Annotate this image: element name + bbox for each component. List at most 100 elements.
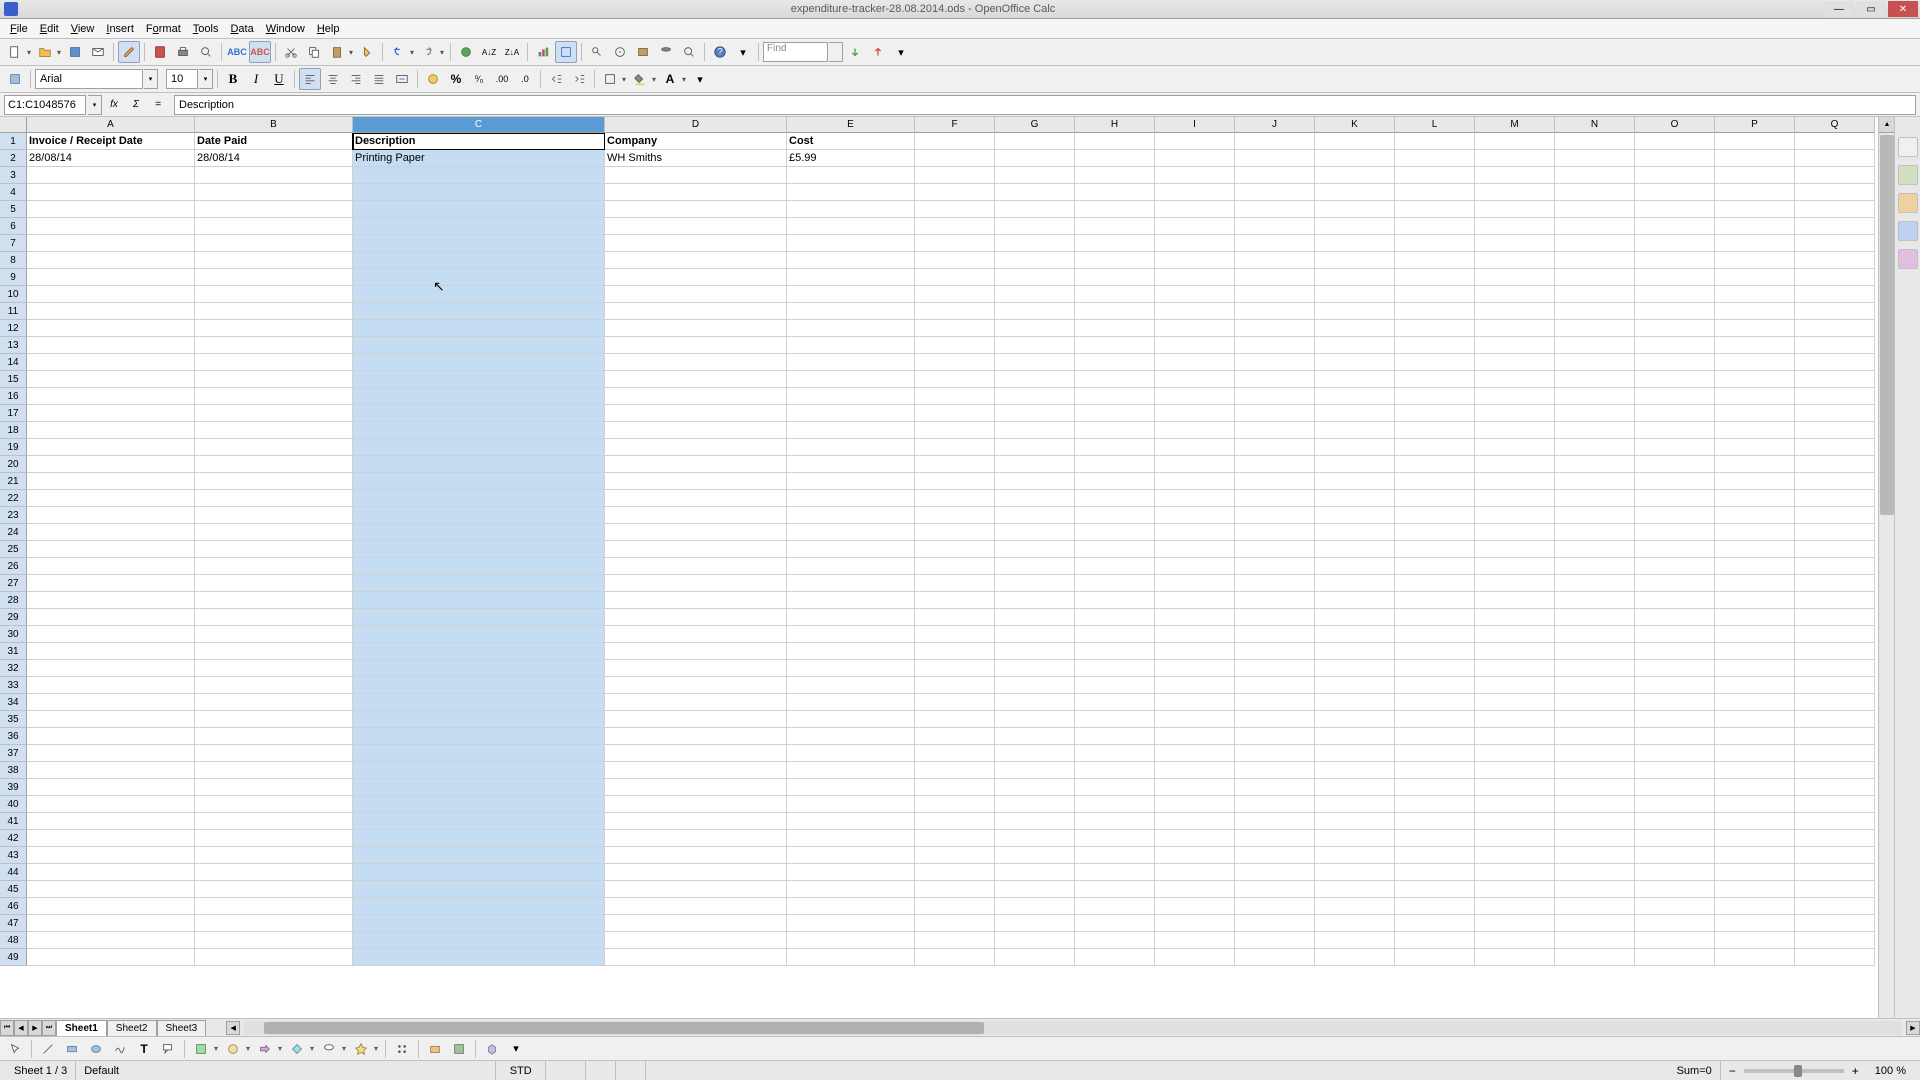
- cell[interactable]: [1475, 235, 1555, 252]
- cell[interactable]: [27, 473, 195, 490]
- column-header-I[interactable]: I: [1155, 117, 1235, 133]
- cell[interactable]: [605, 847, 787, 864]
- cell[interactable]: [1795, 762, 1875, 779]
- cell[interactable]: [995, 371, 1075, 388]
- cell[interactable]: [995, 235, 1075, 252]
- cell[interactable]: [195, 439, 353, 456]
- cell[interactable]: [1715, 490, 1795, 507]
- tab-first-icon[interactable]: ⏮: [0, 1020, 14, 1036]
- cell[interactable]: [915, 847, 995, 864]
- cell[interactable]: [1635, 524, 1715, 541]
- cell[interactable]: [353, 575, 605, 592]
- cell[interactable]: [1715, 507, 1795, 524]
- column-header-H[interactable]: H: [1075, 117, 1155, 133]
- cell[interactable]: [1635, 745, 1715, 762]
- cell[interactable]: [1075, 932, 1155, 949]
- cell[interactable]: [1075, 133, 1155, 150]
- cell[interactable]: [27, 762, 195, 779]
- cell[interactable]: [1475, 626, 1555, 643]
- cell[interactable]: [787, 915, 915, 932]
- cell[interactable]: [1315, 677, 1395, 694]
- sidebar-styles-icon[interactable]: [1898, 165, 1918, 185]
- cell[interactable]: [605, 167, 787, 184]
- cell[interactable]: [1635, 456, 1715, 473]
- cell[interactable]: [605, 541, 787, 558]
- cell[interactable]: [195, 456, 353, 473]
- cell[interactable]: [915, 694, 995, 711]
- cell[interactable]: [1075, 830, 1155, 847]
- cell[interactable]: [195, 371, 353, 388]
- cell[interactable]: [1395, 320, 1475, 337]
- cell[interactable]: [1075, 745, 1155, 762]
- cell[interactable]: [195, 847, 353, 864]
- cell[interactable]: [995, 677, 1075, 694]
- row-header[interactable]: 27: [0, 575, 27, 592]
- row-header[interactable]: 19: [0, 439, 27, 456]
- scroll-up-icon[interactable]: ▲: [1879, 117, 1894, 133]
- cell[interactable]: [915, 558, 995, 575]
- cell[interactable]: [1315, 745, 1395, 762]
- cell[interactable]: [605, 932, 787, 949]
- cell[interactable]: [1475, 915, 1555, 932]
- menu-file[interactable]: File: [4, 21, 34, 37]
- cell[interactable]: [995, 422, 1075, 439]
- cell[interactable]: [1315, 218, 1395, 235]
- cell[interactable]: [1075, 337, 1155, 354]
- cell[interactable]: [787, 541, 915, 558]
- cell[interactable]: [1475, 439, 1555, 456]
- cell[interactable]: [787, 354, 915, 371]
- cell[interactable]: [1075, 388, 1155, 405]
- cell[interactable]: [1395, 473, 1475, 490]
- cell[interactable]: [353, 881, 605, 898]
- cell[interactable]: [1635, 218, 1715, 235]
- cell[interactable]: [1715, 881, 1795, 898]
- menu-data[interactable]: Data: [224, 21, 259, 37]
- undo-dropdown-icon[interactable]: ▾: [410, 48, 416, 57]
- cell[interactable]: [787, 881, 915, 898]
- cell[interactable]: [995, 881, 1075, 898]
- row-header[interactable]: 20: [0, 456, 27, 473]
- cell[interactable]: [195, 643, 353, 660]
- cell[interactable]: [1715, 303, 1795, 320]
- callouts-dropdown-icon[interactable]: ▾: [342, 1044, 348, 1053]
- data-sources-icon[interactable]: [655, 41, 677, 63]
- cell[interactable]: [915, 864, 995, 881]
- cell[interactable]: [353, 728, 605, 745]
- row-header[interactable]: 2: [0, 150, 27, 167]
- cell[interactable]: [1075, 609, 1155, 626]
- cell[interactable]: [995, 320, 1075, 337]
- add-decimal-icon[interactable]: .00: [491, 68, 513, 90]
- cell[interactable]: [1715, 456, 1795, 473]
- cell[interactable]: [1395, 371, 1475, 388]
- cell[interactable]: [1155, 303, 1235, 320]
- cell[interactable]: [1315, 303, 1395, 320]
- cell[interactable]: [787, 711, 915, 728]
- cell[interactable]: [1395, 813, 1475, 830]
- cell[interactable]: [1795, 388, 1875, 405]
- delete-decimal-icon[interactable]: .0: [514, 68, 536, 90]
- row-header[interactable]: 6: [0, 218, 27, 235]
- cell[interactable]: [1795, 541, 1875, 558]
- cell[interactable]: [1475, 847, 1555, 864]
- cell[interactable]: Date Paid: [195, 133, 353, 150]
- cell[interactable]: [195, 915, 353, 932]
- cell[interactable]: [1555, 150, 1635, 167]
- format-paintbrush-icon[interactable]: [356, 41, 378, 63]
- cell[interactable]: [787, 371, 915, 388]
- cell[interactable]: [915, 643, 995, 660]
- cell[interactable]: [1715, 286, 1795, 303]
- cell[interactable]: [1795, 201, 1875, 218]
- tab-next-icon[interactable]: ▶: [28, 1020, 42, 1036]
- cell[interactable]: [195, 949, 353, 966]
- cell[interactable]: [1155, 575, 1235, 592]
- cell[interactable]: [787, 779, 915, 796]
- callouts-shapes-icon[interactable]: [318, 1038, 340, 1060]
- tab-prev-icon[interactable]: ◀: [14, 1020, 28, 1036]
- cell[interactable]: [1235, 677, 1315, 694]
- cell[interactable]: [1795, 320, 1875, 337]
- cell[interactable]: Printing Paper: [353, 150, 605, 167]
- cell[interactable]: [1075, 575, 1155, 592]
- cell[interactable]: [915, 286, 995, 303]
- cell[interactable]: [1635, 150, 1715, 167]
- row-header[interactable]: 15: [0, 371, 27, 388]
